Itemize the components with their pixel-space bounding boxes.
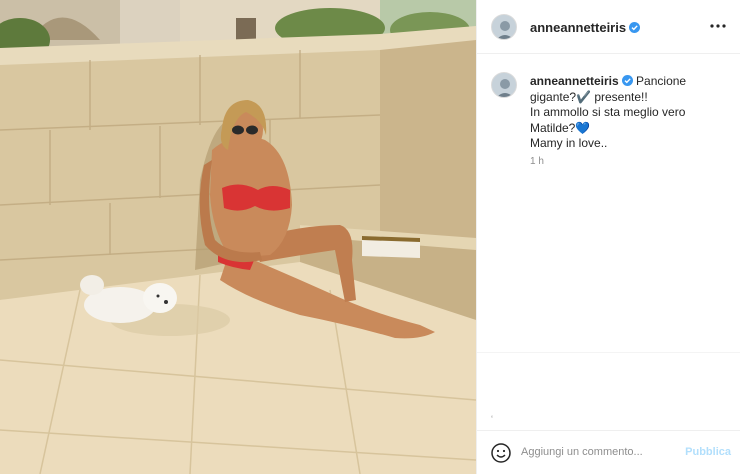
caption-line: In ammollo si sta meglio vero bbox=[530, 105, 686, 119]
footer-mark: ‘ bbox=[491, 414, 493, 424]
comment-form: Pubblica bbox=[477, 430, 740, 474]
caption-username[interactable]: anneannetteiris bbox=[530, 74, 619, 88]
avatar[interactable] bbox=[491, 14, 517, 40]
post-timestamp[interactable]: 1 h bbox=[530, 156, 544, 167]
post-author-username[interactable]: anneannetteiris bbox=[530, 20, 641, 35]
caption-line: Mamy in love.. bbox=[530, 136, 608, 150]
publish-button[interactable]: Pubblica bbox=[685, 446, 731, 458]
post-photo-illustration bbox=[0, 0, 476, 474]
verified-badge-icon bbox=[629, 22, 641, 33]
caption-first-line: anneannetteiris Pancione bbox=[530, 74, 730, 90]
caption-line: Matilde?💙 bbox=[530, 120, 591, 135]
caption-line: Pancione bbox=[636, 74, 687, 88]
post-details-panel: anneannetteiris anneannetteiris Pancione… bbox=[476, 0, 740, 474]
caption-line: gigante?✔️ presente!! bbox=[530, 89, 648, 104]
caption-avatar[interactable] bbox=[491, 72, 517, 98]
comment-input[interactable] bbox=[521, 441, 671, 463]
post-photo[interactable] bbox=[0, 0, 476, 474]
more-options-icon[interactable] bbox=[707, 15, 729, 37]
caption-text: anneannetteiris Pancione gigante?✔️ pres… bbox=[530, 74, 730, 152]
post-header: anneannetteiris bbox=[477, 0, 740, 54]
post-author-username-text[interactable]: anneannetteiris bbox=[530, 20, 626, 35]
divider bbox=[477, 352, 740, 353]
emoji-smiley-icon[interactable] bbox=[490, 442, 512, 464]
verified-badge-icon bbox=[621, 75, 633, 86]
